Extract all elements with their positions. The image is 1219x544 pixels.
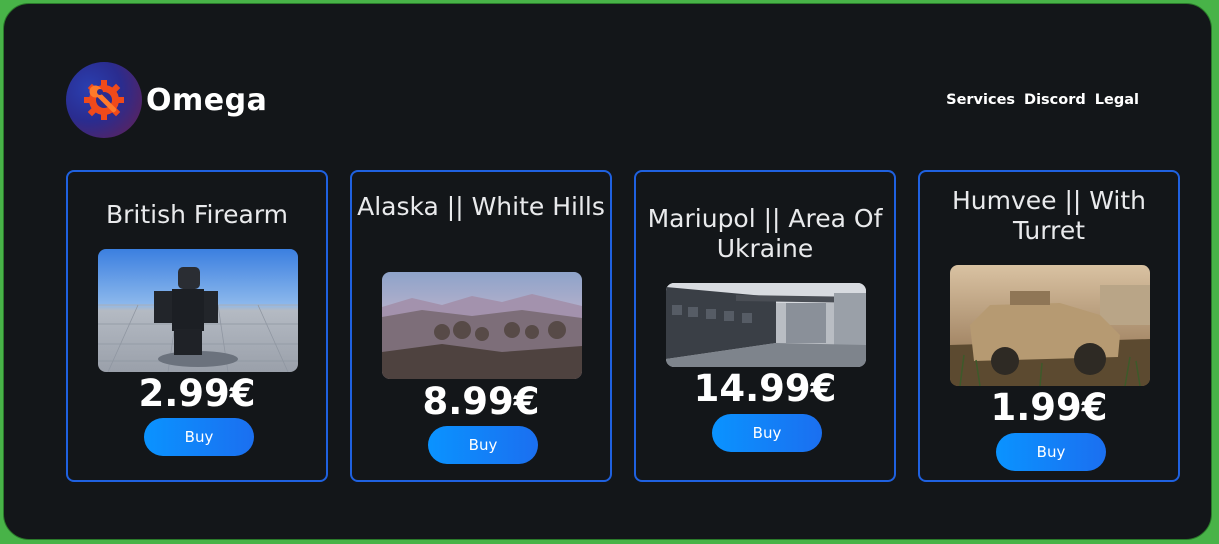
product-title: Humvee || With Turret bbox=[951, 186, 1147, 245]
page-frame: Omega Services Discord Legal British Fir… bbox=[3, 3, 1212, 540]
product-price: 2.99€ bbox=[138, 372, 256, 415]
nav-services[interactable]: Services bbox=[946, 92, 1015, 108]
product-card: Mariupol || Area Of Ukraine 14.99€ Buy bbox=[634, 170, 896, 482]
humvee-vehicle-image bbox=[950, 265, 1150, 386]
buy-button[interactable]: Buy bbox=[428, 426, 538, 464]
brand-name: Omega bbox=[146, 82, 268, 118]
train-station-image bbox=[666, 283, 866, 367]
product-title: Mariupol || Area Of Ukraine bbox=[647, 204, 883, 263]
product-card: Humvee || With Turret 1.99€ Buy bbox=[918, 170, 1180, 482]
buy-button[interactable]: Buy bbox=[996, 433, 1106, 471]
buy-button[interactable]: Buy bbox=[144, 418, 254, 456]
nav-discord[interactable]: Discord bbox=[1024, 92, 1086, 108]
product-price: 1.99€ bbox=[990, 386, 1108, 429]
product-card: British Firearm 2.99€ Buy bbox=[66, 170, 328, 482]
product-price: 8.99€ bbox=[422, 380, 540, 423]
brand[interactable]: Omega bbox=[66, 62, 267, 138]
soldier-character-image bbox=[98, 249, 298, 372]
buy-button[interactable]: Buy bbox=[712, 414, 822, 452]
wrench-gear-icon bbox=[66, 62, 142, 138]
product-title: British Firearm bbox=[105, 200, 289, 229]
snowy-mountains-image bbox=[382, 272, 582, 379]
nav-legal[interactable]: Legal bbox=[1095, 92, 1139, 108]
product-price: 14.99€ bbox=[693, 367, 837, 410]
product-card: Alaska || White Hills 8.99€ Buy bbox=[350, 170, 612, 482]
main-nav: Services Discord Legal bbox=[946, 92, 1139, 108]
product-title: Alaska || White Hills bbox=[357, 192, 605, 221]
